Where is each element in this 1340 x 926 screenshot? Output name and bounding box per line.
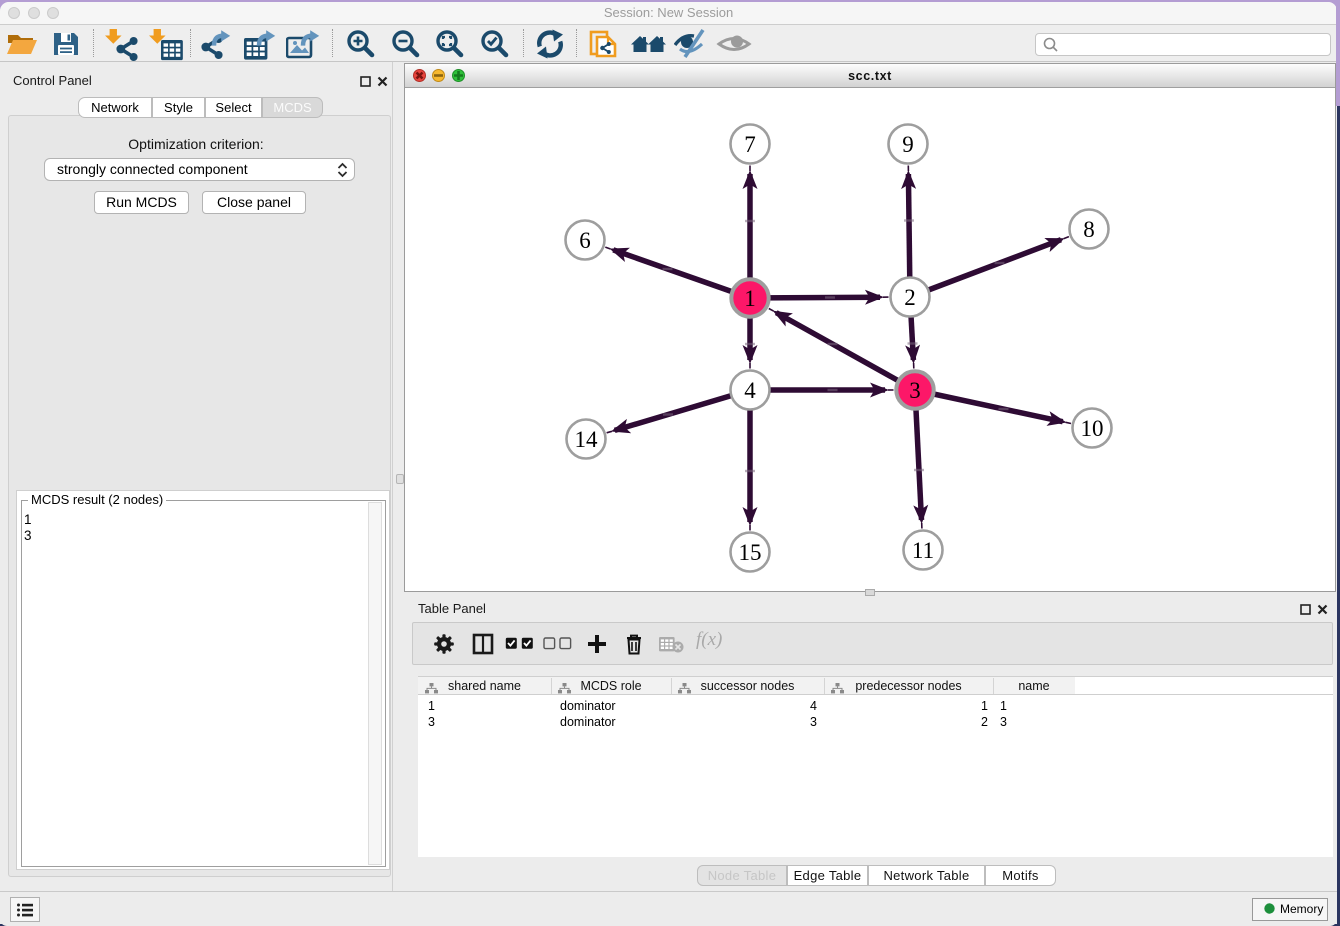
svg-text:14: 14 — [575, 427, 599, 452]
svg-text:3: 3 — [909, 378, 921, 403]
svg-text:15: 15 — [739, 540, 762, 565]
svg-text:11: 11 — [912, 538, 934, 563]
svg-text:9: 9 — [902, 132, 914, 157]
svg-text:1: 1 — [744, 286, 756, 311]
svg-text:2: 2 — [904, 285, 916, 310]
svg-text:10: 10 — [1081, 416, 1104, 441]
svg-text:4: 4 — [744, 378, 756, 403]
svg-text:7: 7 — [744, 132, 756, 157]
svg-text:8: 8 — [1083, 217, 1095, 242]
svg-text:6: 6 — [579, 228, 591, 253]
